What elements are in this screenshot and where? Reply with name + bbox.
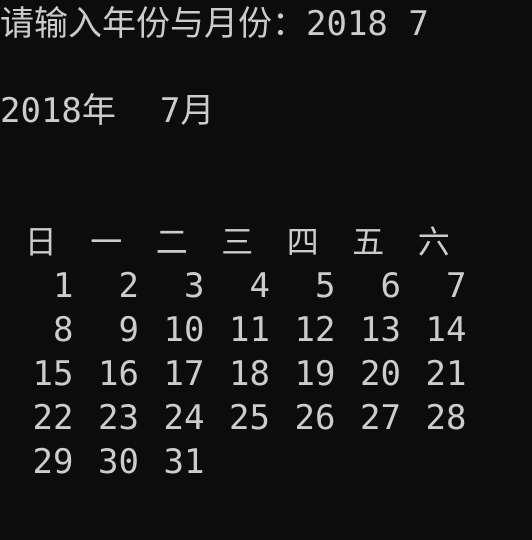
day-cell: 19	[294, 354, 336, 394]
weekday-label: 五	[352, 223, 385, 261]
day-cell: 31	[163, 442, 205, 482]
day-cell: 26	[294, 398, 336, 438]
top-divider: ______________________	[0, 180, 429, 200]
day-cell: 15	[32, 354, 74, 394]
day-cell: 6	[380, 266, 401, 306]
day-cell	[401, 440, 467, 484]
week-row: 22 23 24 25 26 27 28	[8, 396, 468, 440]
day-cell: 14	[425, 310, 467, 350]
day-cell	[270, 440, 336, 484]
day-cell: 10	[163, 310, 205, 350]
day-cell: 1	[53, 266, 74, 306]
day-cell: 2	[118, 266, 139, 306]
day-cell: 3	[184, 266, 205, 306]
week-row: 15 16 17 18 19 20 21	[8, 352, 468, 396]
weekday-row: 日 一 二 三 四 五 六	[8, 220, 468, 264]
day-cell: 9	[118, 310, 139, 350]
user-input-value: 2018 7	[306, 4, 429, 44]
prompt-label: 请输入年份与月份：	[0, 4, 306, 44]
day-cell: 16	[98, 354, 139, 394]
calendar-grid: 日 一 二 三 四 五 六 1 2 3 4 5 6 7 8 9 10 11 12…	[8, 220, 468, 484]
week-row: 29 30 31	[8, 440, 468, 484]
day-cell: 5	[315, 266, 336, 306]
day-cell: 4	[249, 266, 270, 306]
weekday-label: 三	[221, 223, 254, 261]
day-cell: 21	[425, 354, 467, 394]
weekday-label: 四	[286, 223, 319, 261]
calendar-header: 2018年 7月	[0, 89, 214, 133]
day-cell: 12	[294, 310, 336, 350]
day-cell: 20	[360, 354, 401, 394]
week-row: 1 2 3 4 5 6 7	[8, 264, 468, 308]
day-cell: 30	[98, 442, 139, 482]
day-cell: 18	[229, 354, 270, 394]
day-cell: 29	[32, 442, 74, 482]
day-cell: 28	[425, 398, 467, 438]
day-cell: 27	[360, 398, 401, 438]
day-cell: 24	[163, 398, 205, 438]
day-cell: 17	[163, 354, 205, 394]
weekday-label: 日	[24, 223, 57, 261]
day-cell: 23	[98, 398, 139, 438]
bottom-divider: ______________________	[0, 482, 429, 502]
week-row: 8 9 10 11 12 13 14	[8, 308, 468, 352]
day-cell: 22	[32, 398, 74, 438]
calendar-month: 7月	[159, 91, 215, 131]
day-cell	[205, 440, 271, 484]
day-cell: 13	[360, 310, 401, 350]
weekday-label: 一	[90, 223, 123, 261]
day-cell: 8	[53, 310, 74, 350]
weekday-label: 六	[417, 223, 450, 261]
calendar-year: 2018年	[0, 91, 116, 131]
input-prompt-line: 请输入年份与月份：2018 7	[0, 2, 429, 46]
day-cell: 11	[229, 310, 270, 350]
day-cell: 7	[446, 266, 467, 306]
console-window[interactable]: 请输入年份与月份：2018 7 2018年 7月 ________________…	[0, 0, 532, 540]
day-cell	[336, 440, 402, 484]
day-cell: 25	[229, 398, 270, 438]
weekday-label: 二	[155, 223, 188, 261]
